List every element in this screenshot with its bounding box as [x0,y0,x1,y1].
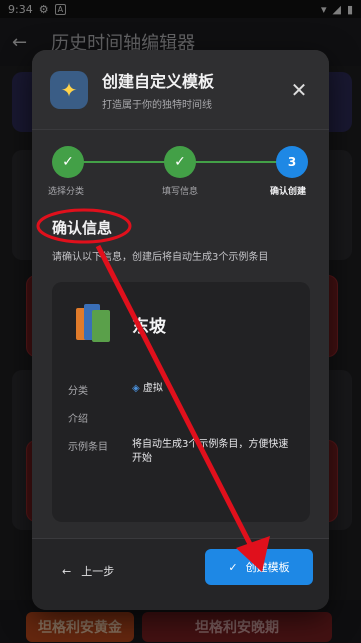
close-icon[interactable]: ✕ [287,78,311,102]
create-button-label: 创建模板 [245,561,290,574]
check-icon: ✓ [228,560,238,574]
template-summary-card: 东坡 分类 ◈ 虚拟 介绍 示例条目 将自动生成3个示例条目，方便快速开始 [52,282,310,522]
back-button-label: 上一步 [81,565,115,578]
template-name: 东坡 [132,317,166,337]
section-title: 确认信息 [52,219,113,237]
field-value: 虚拟 [142,383,163,394]
theater-masks-icon: ◈ [132,383,140,394]
books-icon [76,304,110,342]
dialog-title: 创建自定义模板 [102,72,215,91]
dialog-subtitle: 打造属于你的独特时间线 [102,100,212,111]
field-label: 示例条目 [68,442,108,453]
field-value: 将自动生成3个示例条目，方便快速开始 [132,439,289,464]
arrow-left-icon: ← [62,564,72,578]
dialog-footer: ← 上一步 ✓ 创建模板 [32,538,329,610]
field-label: 分类 [68,386,88,397]
stepper: ✓ ✓ 3 选择分类 填写信息 确认创建 [32,130,329,202]
back-button[interactable]: ← 上一步 [62,563,114,579]
section-description: 请确认以下信息，创建后将自动生成3个示例条目 [52,252,269,263]
field-row-category: 分类 ◈ 虚拟 [68,382,163,397]
sparkle-icon: ✦ [50,70,88,109]
check-icon: ✓ [52,146,84,178]
field-label: 介绍 [68,414,88,425]
step-label-1: 选择分类 [48,187,85,197]
step-connector [68,161,178,163]
step-label-3: 确认创建 [270,187,307,197]
dialog-header: ✦ 创建自定义模板 打造属于你的独特时间线 ✕ [32,50,329,130]
check-icon: ✓ [164,146,196,178]
field-row-intro: 介绍 [68,410,88,425]
create-template-button[interactable]: ✓ 创建模板 [205,549,313,585]
field-row-examples: 示例条目 将自动生成3个示例条目，方便快速开始 [68,438,288,464]
step-label-2: 填写信息 [162,187,199,197]
step-current-number: 3 [276,146,308,178]
create-template-dialog: ✦ 创建自定义模板 打造属于你的独特时间线 ✕ ✓ ✓ 3 选择分类 填写信息 … [32,50,329,610]
